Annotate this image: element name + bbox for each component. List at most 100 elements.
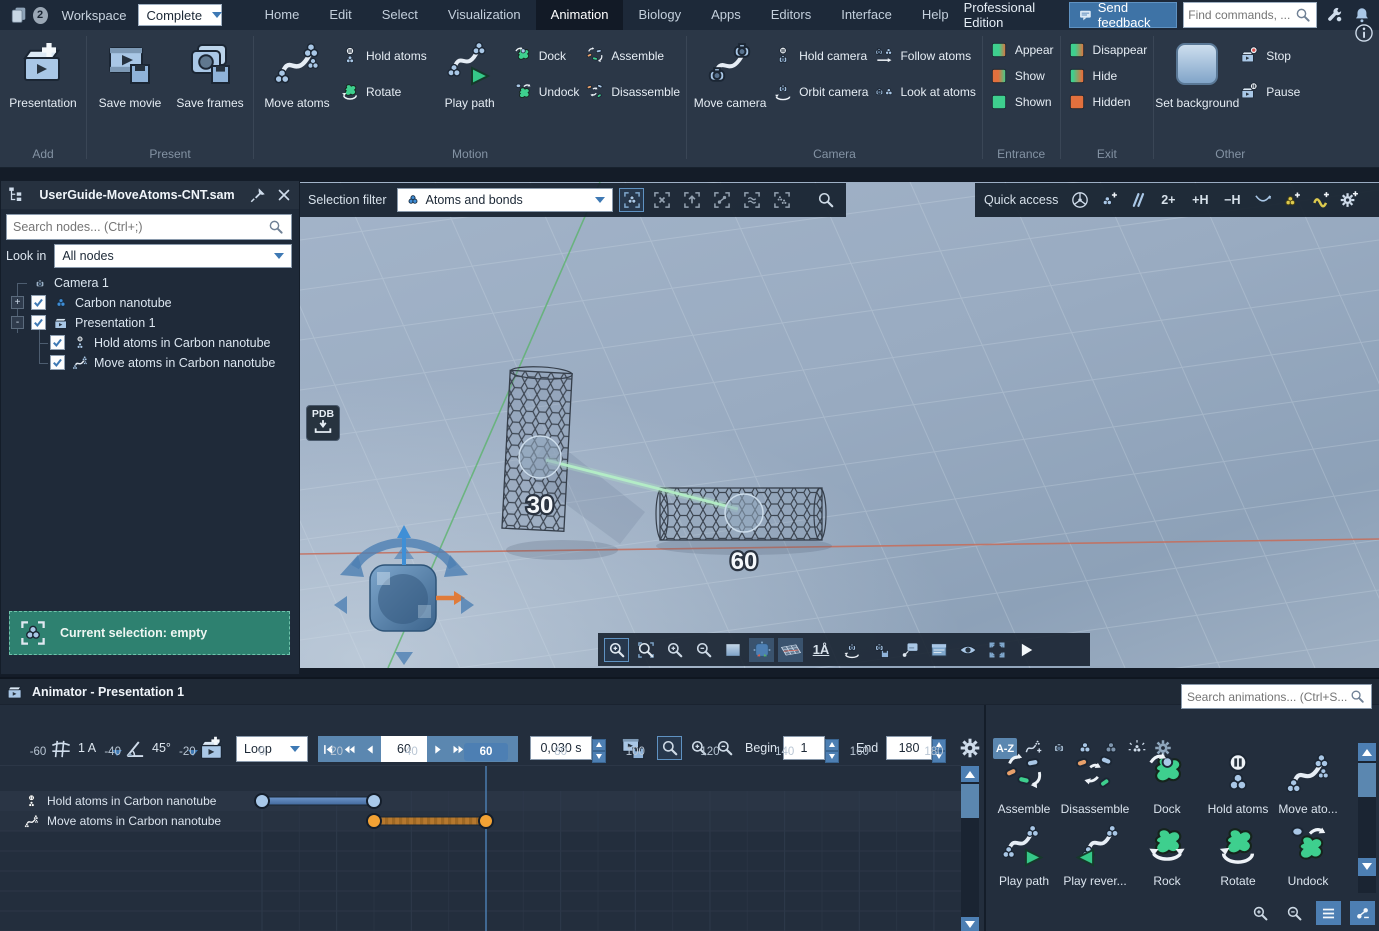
minimize-energy-button[interactable] <box>1250 188 1275 212</box>
add-atom-button[interactable] <box>1096 188 1121 212</box>
ground-grid-button[interactable] <box>778 638 803 662</box>
scroll-down-button[interactable] <box>961 917 979 931</box>
palette-list-view-button[interactable] <box>1316 901 1341 925</box>
orbit-view-button[interactable] <box>839 638 864 662</box>
select-connected-button[interactable] <box>709 188 734 212</box>
zoom-out-button[interactable] <box>691 638 716 662</box>
menu-animation[interactable]: Animation <box>536 0 624 30</box>
viewport-3d[interactable]: 3060 Selection filter Atoms and bonds Qu… <box>300 182 1379 668</box>
pdb-download-button[interactable]: PDB <box>306 405 340 441</box>
save-frames-button[interactable]: Save frames <box>173 34 247 110</box>
palette-assemble[interactable]: Assemble <box>989 746 1059 816</box>
look-at-atoms-button[interactable]: Look at atoms <box>874 82 975 102</box>
save-view-button[interactable] <box>868 638 893 662</box>
tree-item-hold-atoms-in-carbon-nanotube[interactable]: Hold atoms in Carbon nanotube <box>1 333 299 353</box>
palette-undock[interactable]: Undock <box>1273 818 1343 888</box>
orbit-camera-button[interactable]: Orbit camera <box>773 82 868 102</box>
presentation-button[interactable]: Presentation <box>6 34 80 110</box>
track-hold-atoms-in-carbon-nanotube[interactable]: Hold atoms in Carbon nanotube <box>0 791 340 811</box>
tree-checkbox[interactable] <box>31 295 46 310</box>
dock-button[interactable]: Dock <box>513 46 580 66</box>
hide-button[interactable]: Hide <box>1067 66 1148 86</box>
pause-button[interactable]: Pause <box>1240 82 1300 102</box>
documents-icon[interactable] <box>9 4 29 26</box>
search-nodes-box[interactable] <box>6 214 292 240</box>
add-group-button[interactable] <box>1279 188 1304 212</box>
track-move-atoms-in-carbon-nanotube[interactable]: Move atoms in Carbon nanotube <box>0 811 340 831</box>
shown-button[interactable]: Shown <box>989 92 1054 112</box>
scroll-up-button[interactable] <box>1358 743 1376 761</box>
palette-disassemble[interactable]: Disassemble <box>1060 746 1130 816</box>
find-commands-input[interactable] <box>1188 8 1294 22</box>
add-strand-button[interactable] <box>1308 188 1333 212</box>
zoom-in-button[interactable] <box>662 638 687 662</box>
menu-visualization[interactable]: Visualization <box>433 0 536 30</box>
tree-expander[interactable]: + <box>11 296 24 309</box>
tree-item-camera-1[interactable]: Camera 1 <box>1 273 299 293</box>
expand-selection-button[interactable] <box>679 188 704 212</box>
play-button[interactable] <box>1013 638 1038 662</box>
rotate-button[interactable]: Rotate <box>340 82 427 102</box>
workspace-combo[interactable]: Complete <box>138 4 221 26</box>
play-path-button[interactable]: Play path <box>433 34 507 110</box>
panels-button[interactable] <box>926 638 951 662</box>
periodic-table-button[interactable] <box>1067 188 1092 212</box>
palette-move-ato[interactable]: Move ato... <box>1273 746 1343 816</box>
tree-checkbox[interactable] <box>31 315 46 330</box>
menu-home[interactable]: Home <box>250 0 315 30</box>
move-camera-button[interactable]: Move camera <box>693 34 767 110</box>
palette-zoom-in-button[interactable] <box>1248 901 1273 925</box>
simulators-button[interactable] <box>1337 188 1362 212</box>
find-commands-box[interactable] <box>1183 2 1317 28</box>
show-button[interactable]: Show <box>989 66 1054 86</box>
current-selection-bar[interactable]: Current selection: empty <box>9 611 290 655</box>
search-nodes-button[interactable] <box>813 188 838 212</box>
search-nodes-input[interactable] <box>13 220 267 234</box>
tree-item-move-atoms-in-carbon-nanotube[interactable]: Move atoms in Carbon nanotube <box>1 353 299 373</box>
pin-icon[interactable] <box>249 186 267 204</box>
add-hydrogen-button[interactable]: +H <box>1186 188 1214 212</box>
scroll-up-button[interactable] <box>961 766 979 782</box>
palette-hold-atoms[interactable]: Hold atoms <box>1203 746 1273 816</box>
menu-apps[interactable]: Apps <box>696 0 756 30</box>
add-bond-button[interactable] <box>1125 188 1150 212</box>
visibility-button[interactable] <box>955 638 980 662</box>
select-group-button[interactable] <box>769 188 794 212</box>
menu-interface[interactable]: Interface <box>826 0 907 30</box>
preferences-wrench-icon[interactable] <box>1326 4 1344 26</box>
disassemble-button[interactable]: Disassemble <box>585 82 680 102</box>
close-icon[interactable] <box>275 186 293 204</box>
tree-item-carbon-nanotube[interactable]: +Carbon nanotube <box>1 293 299 313</box>
send-feedback-button[interactable]: Send feedback <box>1069 2 1177 28</box>
undock-button[interactable]: Undock <box>513 82 580 102</box>
palette-play-path[interactable]: Play path <box>989 818 1059 888</box>
remove-hydrogen-button[interactable]: −H <box>1218 188 1246 212</box>
labels-button[interactable] <box>897 638 922 662</box>
hidden-button[interactable]: Hidden <box>1067 92 1148 112</box>
select-similar-button[interactable] <box>739 188 764 212</box>
menu-biology[interactable]: Biology <box>623 0 696 30</box>
scroll-down-button[interactable] <box>1358 858 1376 876</box>
navigation-cube-button[interactable] <box>749 638 774 662</box>
menu-edit[interactable]: Edit <box>314 0 366 30</box>
tree-expander[interactable]: - <box>11 316 24 329</box>
set-background-button[interactable]: Set background <box>1160 34 1234 110</box>
look-in-combo[interactable]: All nodes <box>54 244 292 268</box>
hold-camera-button[interactable]: Hold camera <box>773 46 868 66</box>
stop-button[interactable]: Stop <box>1240 46 1300 66</box>
scale-1a-button[interactable]: 1Å <box>807 638 835 662</box>
menu-select[interactable]: Select <box>367 0 433 30</box>
background-button[interactable] <box>720 638 745 662</box>
palette-dock[interactable]: Dock <box>1132 746 1202 816</box>
save-movie-button[interactable]: Save movie <box>93 34 167 110</box>
menu-help[interactable]: Help <box>907 0 964 30</box>
fit-view-button[interactable] <box>984 638 1009 662</box>
menu-editors[interactable]: Editors <box>756 0 826 30</box>
disappear-button[interactable]: Disappear <box>1067 40 1148 60</box>
selection-filter-combo[interactable]: Atoms and bonds <box>397 188 613 212</box>
tree-item-presentation-1[interactable]: -Presentation 1 <box>1 313 299 333</box>
info-icon[interactable] <box>1353 22 1375 44</box>
deselect-button[interactable] <box>649 188 674 212</box>
palette-rock[interactable]: Rock <box>1132 818 1202 888</box>
palette-graph-view-button[interactable] <box>1350 901 1375 925</box>
